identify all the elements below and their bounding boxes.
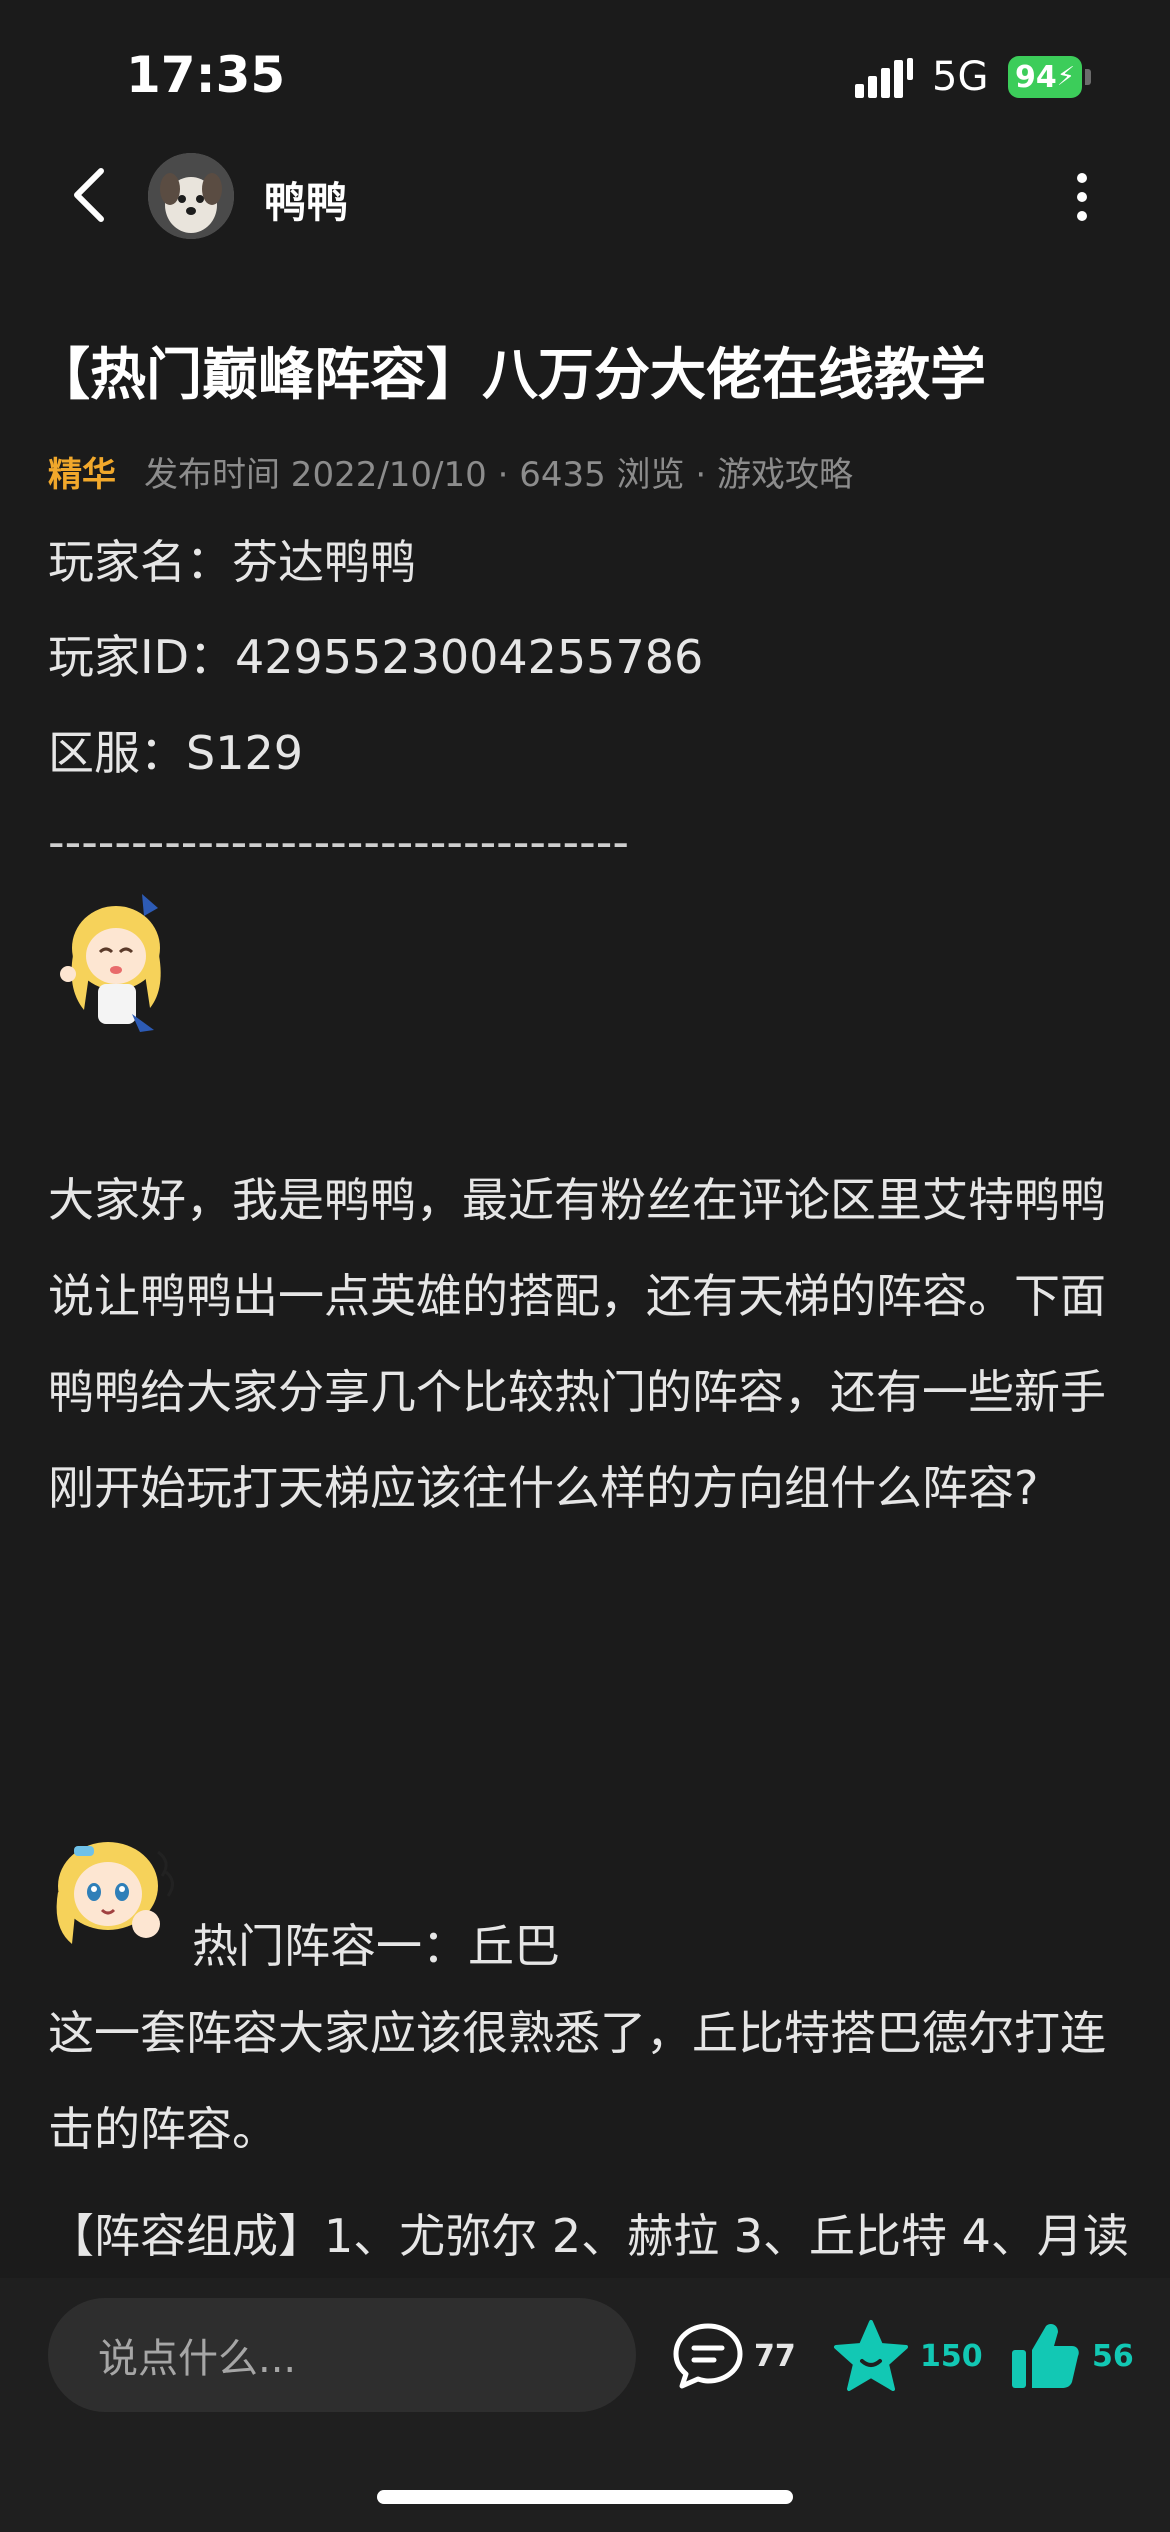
comment-count: 77: [754, 2338, 796, 2374]
thumbs-up-icon: [1012, 2324, 1079, 2388]
section1-heading-text: 热门阵容一：丘巴: [192, 1919, 560, 1973]
comment-input[interactable]: 说点什么...: [48, 2298, 636, 2412]
author-avatar[interactable]: [148, 153, 234, 239]
more-vertical-icon: [1077, 173, 1087, 221]
player-id-line: 玩家ID：4295523004255786: [48, 630, 704, 684]
section1-description: 这一套阵容大家应该很熟悉了，丘比特搭巴德尔打连击的阵容。: [48, 2006, 1106, 2156]
cellular-signal-icon: [855, 58, 913, 98]
favorite-button[interactable]: 150: [832, 2316, 983, 2396]
home-indicator[interactable]: [377, 2490, 793, 2504]
back-arrow-icon: [74, 168, 104, 222]
anime-girl-sticker: [60, 894, 161, 1032]
intro-paragraph: 大家好，我是鸭鸭，最近有粉丝在评论区里艾特鸭鸭说让鸭鸭出一点英雄的搭配，还有天梯…: [48, 1173, 1106, 1515]
article-meta-info: 发布时间 2022/10/10 · 6435 浏览 · 游戏攻略: [144, 455, 853, 495]
server-line: 区服：S129: [48, 726, 303, 780]
featured-badge: 精华: [48, 455, 116, 495]
author-name[interactable]: 鸭鸭: [264, 169, 348, 230]
status-bar: 17:35 5G 94 ⚡: [0, 0, 1170, 150]
star-icon: [834, 2320, 908, 2391]
player-name-line: 玩家名：芬达鸭鸭: [48, 535, 416, 589]
comment-icon: [673, 2323, 743, 2389]
like-count: 56: [1092, 2338, 1134, 2374]
battery-indicator: 94 ⚡: [1008, 56, 1082, 98]
page: 17:35 5G 94 ⚡ 鸭鸭 【热门巅峰阵容】八万分大佬在线教学 精华 发布…: [0, 0, 1170, 2532]
dog-avatar-image: [148, 153, 234, 239]
charging-bolt-icon: ⚡: [1056, 62, 1075, 92]
article-meta: 精华 发布时间 2022/10/10 · 6435 浏览 · 游戏攻略: [48, 447, 853, 496]
section1-composition: 【阵容组成】1、尤弥尔 2、赫拉 3、丘比特 4、月读: [48, 2209, 1129, 2263]
status-time: 17:35: [126, 46, 286, 104]
network-type: 5G: [932, 54, 989, 100]
like-button[interactable]: 56: [1008, 2316, 1134, 2396]
more-options-button[interactable]: [1060, 164, 1104, 230]
battery-level: 94: [1014, 59, 1057, 95]
comment-button[interactable]: 77: [672, 2316, 796, 2396]
article-title: 【热门巅峰阵容】八万分大佬在线教学: [34, 343, 986, 408]
battery-tip: [1085, 69, 1091, 85]
section1-heading: 热门阵容一：丘巴: [48, 1910, 560, 1976]
favorite-count: 150: [920, 2338, 983, 2374]
nav-bar: 鸭鸭: [0, 140, 1170, 250]
divider-line: -----------------------------------: [48, 815, 629, 869]
back-button[interactable]: [54, 160, 124, 230]
